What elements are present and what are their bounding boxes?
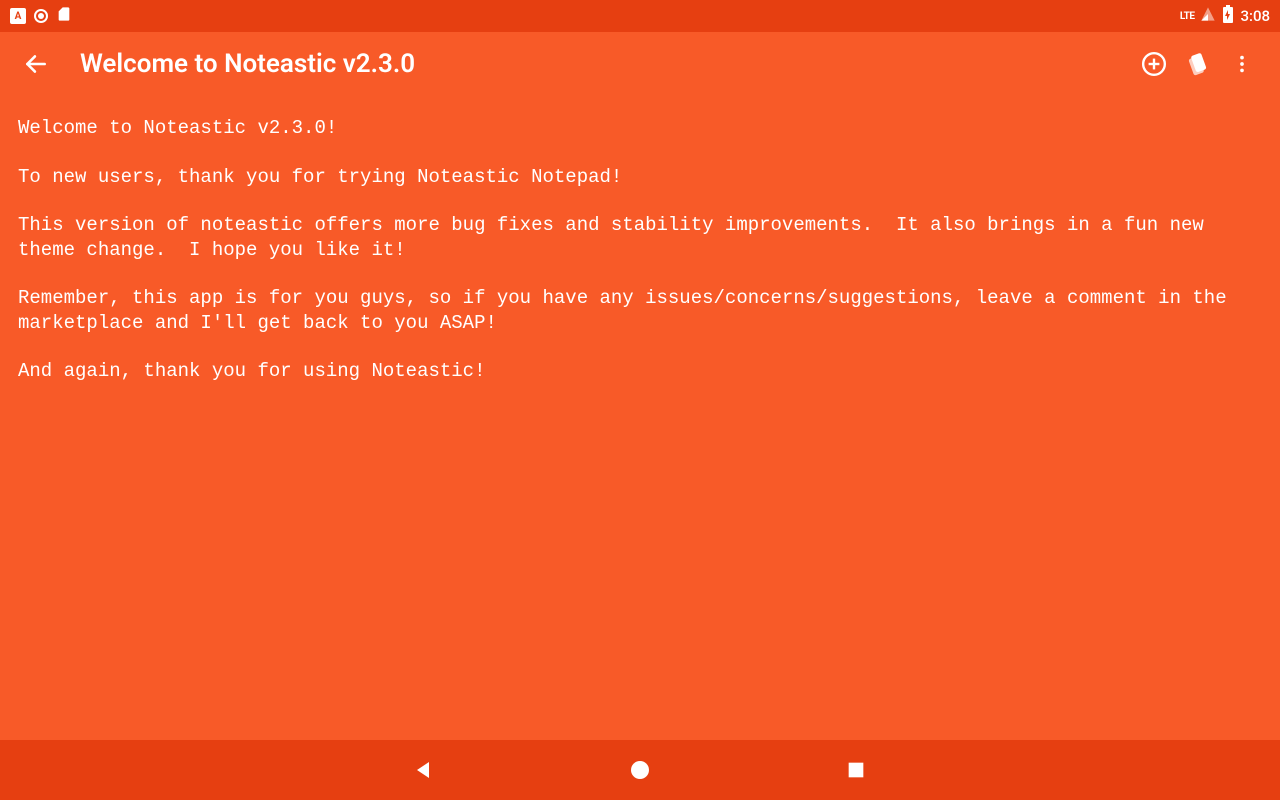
- status-bar: A LTE 3:08: [0, 0, 1280, 32]
- back-button[interactable]: [16, 44, 56, 84]
- lte-label: LTE: [1180, 11, 1195, 22]
- nav-home-button[interactable]: [622, 752, 658, 788]
- app-badge-icon: A: [10, 8, 26, 24]
- battery-charging-icon: [1222, 5, 1234, 27]
- arrow-left-icon: [23, 51, 49, 77]
- note-body[interactable]: Welcome to Noteastic v2.3.0! To new user…: [0, 96, 1280, 740]
- status-time: 3:08: [1240, 7, 1270, 25]
- status-right: LTE 3:08: [1180, 5, 1270, 27]
- overflow-menu-button[interactable]: [1220, 42, 1264, 86]
- triangle-back-icon: [412, 758, 436, 782]
- nav-recents-button[interactable]: [838, 752, 874, 788]
- signal-icon: [1200, 6, 1216, 26]
- navigation-bar: [0, 740, 1280, 800]
- more-vert-icon: [1231, 53, 1253, 75]
- nav-back-button[interactable]: [406, 752, 442, 788]
- sd-card-icon: [56, 6, 72, 26]
- add-button[interactable]: [1132, 42, 1176, 86]
- circle-home-icon: [628, 758, 652, 782]
- recording-icon: [34, 9, 48, 23]
- theme-button[interactable]: [1176, 42, 1220, 86]
- app-bar: Welcome to Noteastic v2.3.0: [0, 32, 1280, 96]
- plus-circle-icon: [1141, 51, 1167, 77]
- status-left: A: [10, 6, 72, 26]
- style-swatch-icon: [1185, 51, 1211, 77]
- page-title: Welcome to Noteastic v2.3.0: [80, 49, 1132, 79]
- square-recents-icon: [845, 759, 867, 781]
